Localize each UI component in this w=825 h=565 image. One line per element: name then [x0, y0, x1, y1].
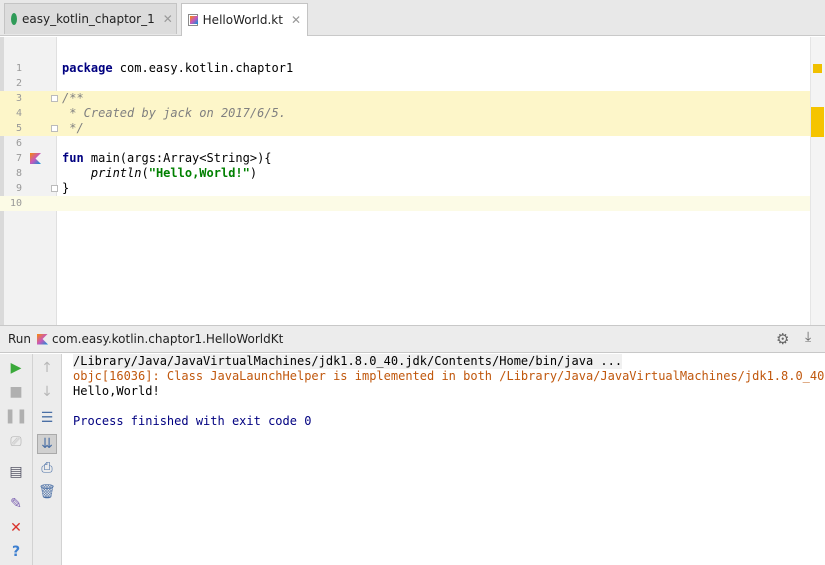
- gear-icon[interactable]: ⚙: [776, 330, 789, 348]
- tab-label: HelloWorld.kt: [202, 13, 283, 27]
- line-number: 1: [15, 63, 22, 74]
- line-number: 9: [15, 183, 22, 194]
- rerun-icon[interactable]: ▶: [6, 358, 26, 378]
- console-exit-line: Process finished with exit code 0: [73, 414, 312, 428]
- code-line-3: /**: [62, 91, 84, 105]
- scroll-to-end-icon[interactable]: ⇊: [37, 434, 57, 454]
- console-command-line: /Library/Java/JavaVirtualMachines/jdk1.8…: [73, 354, 623, 369]
- close-icon[interactable]: ✕: [163, 12, 173, 26]
- line-number: 4: [15, 108, 22, 119]
- line-number: 6: [15, 138, 22, 149]
- keyword-token: fun: [62, 151, 84, 165]
- code-line-9: }: [62, 181, 70, 195]
- run-toolbar-primary: ▶ ■ ❚❚ ⎚ ▤ ✎ ✕ ?: [0, 354, 33, 565]
- kotlin-config-icon: [37, 333, 49, 345]
- trash-icon[interactable]: 🗑: [37, 482, 57, 502]
- left-tool-strip: [0, 37, 4, 325]
- run-panel-header: Run com.easy.kotlin.chaptor1.HelloWorldK…: [0, 325, 825, 353]
- tab-helloworld-kt[interactable]: HelloWorld.kt ✕: [181, 3, 308, 36]
- run-toolbar-secondary: ↑ ↓ ☰ ⇊ ⎙ 🗑: [33, 354, 62, 565]
- line-number: 8: [15, 168, 22, 179]
- code-token: main(args:Array<String>){: [83, 151, 272, 165]
- line-number: 5: [15, 123, 22, 134]
- tab-label: easy_kotlin_chaptor_1: [22, 12, 155, 26]
- run-config-name[interactable]: com.easy.kotlin.chaptor1.HelloWorldKt: [52, 332, 283, 346]
- tab-easy-kotlin-chaptor-1[interactable]: easy_kotlin_chaptor_1 ✕: [4, 3, 177, 34]
- line-number: 10: [9, 198, 22, 209]
- help-icon[interactable]: ?: [6, 542, 26, 562]
- console-error-line: objc[16036]: Class JavaLaunchHelper is i…: [73, 369, 825, 383]
- code-token: (: [141, 166, 149, 180]
- print-icon[interactable]: ⎙: [37, 458, 57, 478]
- arrow-up-icon[interactable]: ↑: [37, 358, 57, 378]
- close-icon[interactable]: ✕: [291, 13, 301, 27]
- line-number: 3: [15, 93, 22, 104]
- indent-token: [62, 166, 91, 180]
- pin-tab-icon[interactable]: ✎: [6, 494, 26, 514]
- code-editor[interactable]: 1 2 3 4 5 6 7 8 9 10 package com.easy.ko…: [0, 37, 825, 325]
- string-token: "Hello,World!": [148, 166, 250, 180]
- code-line-1: package com.easy.kotlin.chaptor1: [62, 61, 293, 76]
- inspection-status-icon[interactable]: [813, 64, 822, 73]
- hide-panel-icon[interactable]: ⤓: [805, 329, 811, 345]
- arrow-down-icon[interactable]: ↓: [37, 382, 57, 402]
- error-stripe[interactable]: [810, 37, 825, 325]
- code-token: com.easy.kotlin.chaptor1: [112, 61, 294, 75]
- highlight-row: [0, 121, 810, 136]
- restore-layout-icon[interactable]: ▤: [6, 462, 26, 482]
- code-line-5: */: [62, 121, 84, 135]
- current-line-row: [0, 196, 810, 211]
- dump-threads-icon[interactable]: ⎚: [6, 432, 26, 452]
- warning-marker[interactable]: [811, 107, 824, 137]
- fold-marker-icon[interactable]: [51, 125, 58, 132]
- soft-wrap-icon[interactable]: ☰: [37, 408, 57, 428]
- code-line-8: println("Hello,World!"): [62, 166, 257, 181]
- function-call-token: println: [90, 166, 142, 180]
- code-token: ): [249, 166, 258, 180]
- close-icon[interactable]: ✕: [6, 518, 26, 538]
- code-line-7: fun main(args:Array<String>){: [62, 151, 272, 166]
- line-number: 7: [15, 153, 22, 164]
- fold-marker-icon[interactable]: [51, 95, 58, 102]
- kotlin-file-icon: [188, 14, 198, 26]
- stop-icon[interactable]: ■: [6, 382, 26, 402]
- code-line-4: * Created by jack on 2017/6/5.: [62, 106, 286, 120]
- highlight-row: [0, 91, 810, 106]
- run-console[interactable]: /Library/Java/JavaVirtualMachines/jdk1.8…: [62, 354, 825, 565]
- run-panel-title[interactable]: Run: [8, 332, 31, 346]
- console-output-line: Hello,World!: [73, 384, 160, 398]
- fold-marker-icon[interactable]: [51, 185, 58, 192]
- editor-tabs-bar: easy_kotlin_chaptor_1 ✕ HelloWorld.kt ✕: [0, 0, 825, 36]
- module-circle-icon: [11, 13, 17, 25]
- line-number: 2: [15, 78, 22, 89]
- pause-icon[interactable]: ❚❚: [4, 406, 27, 426]
- keyword-token: package: [62, 61, 113, 75]
